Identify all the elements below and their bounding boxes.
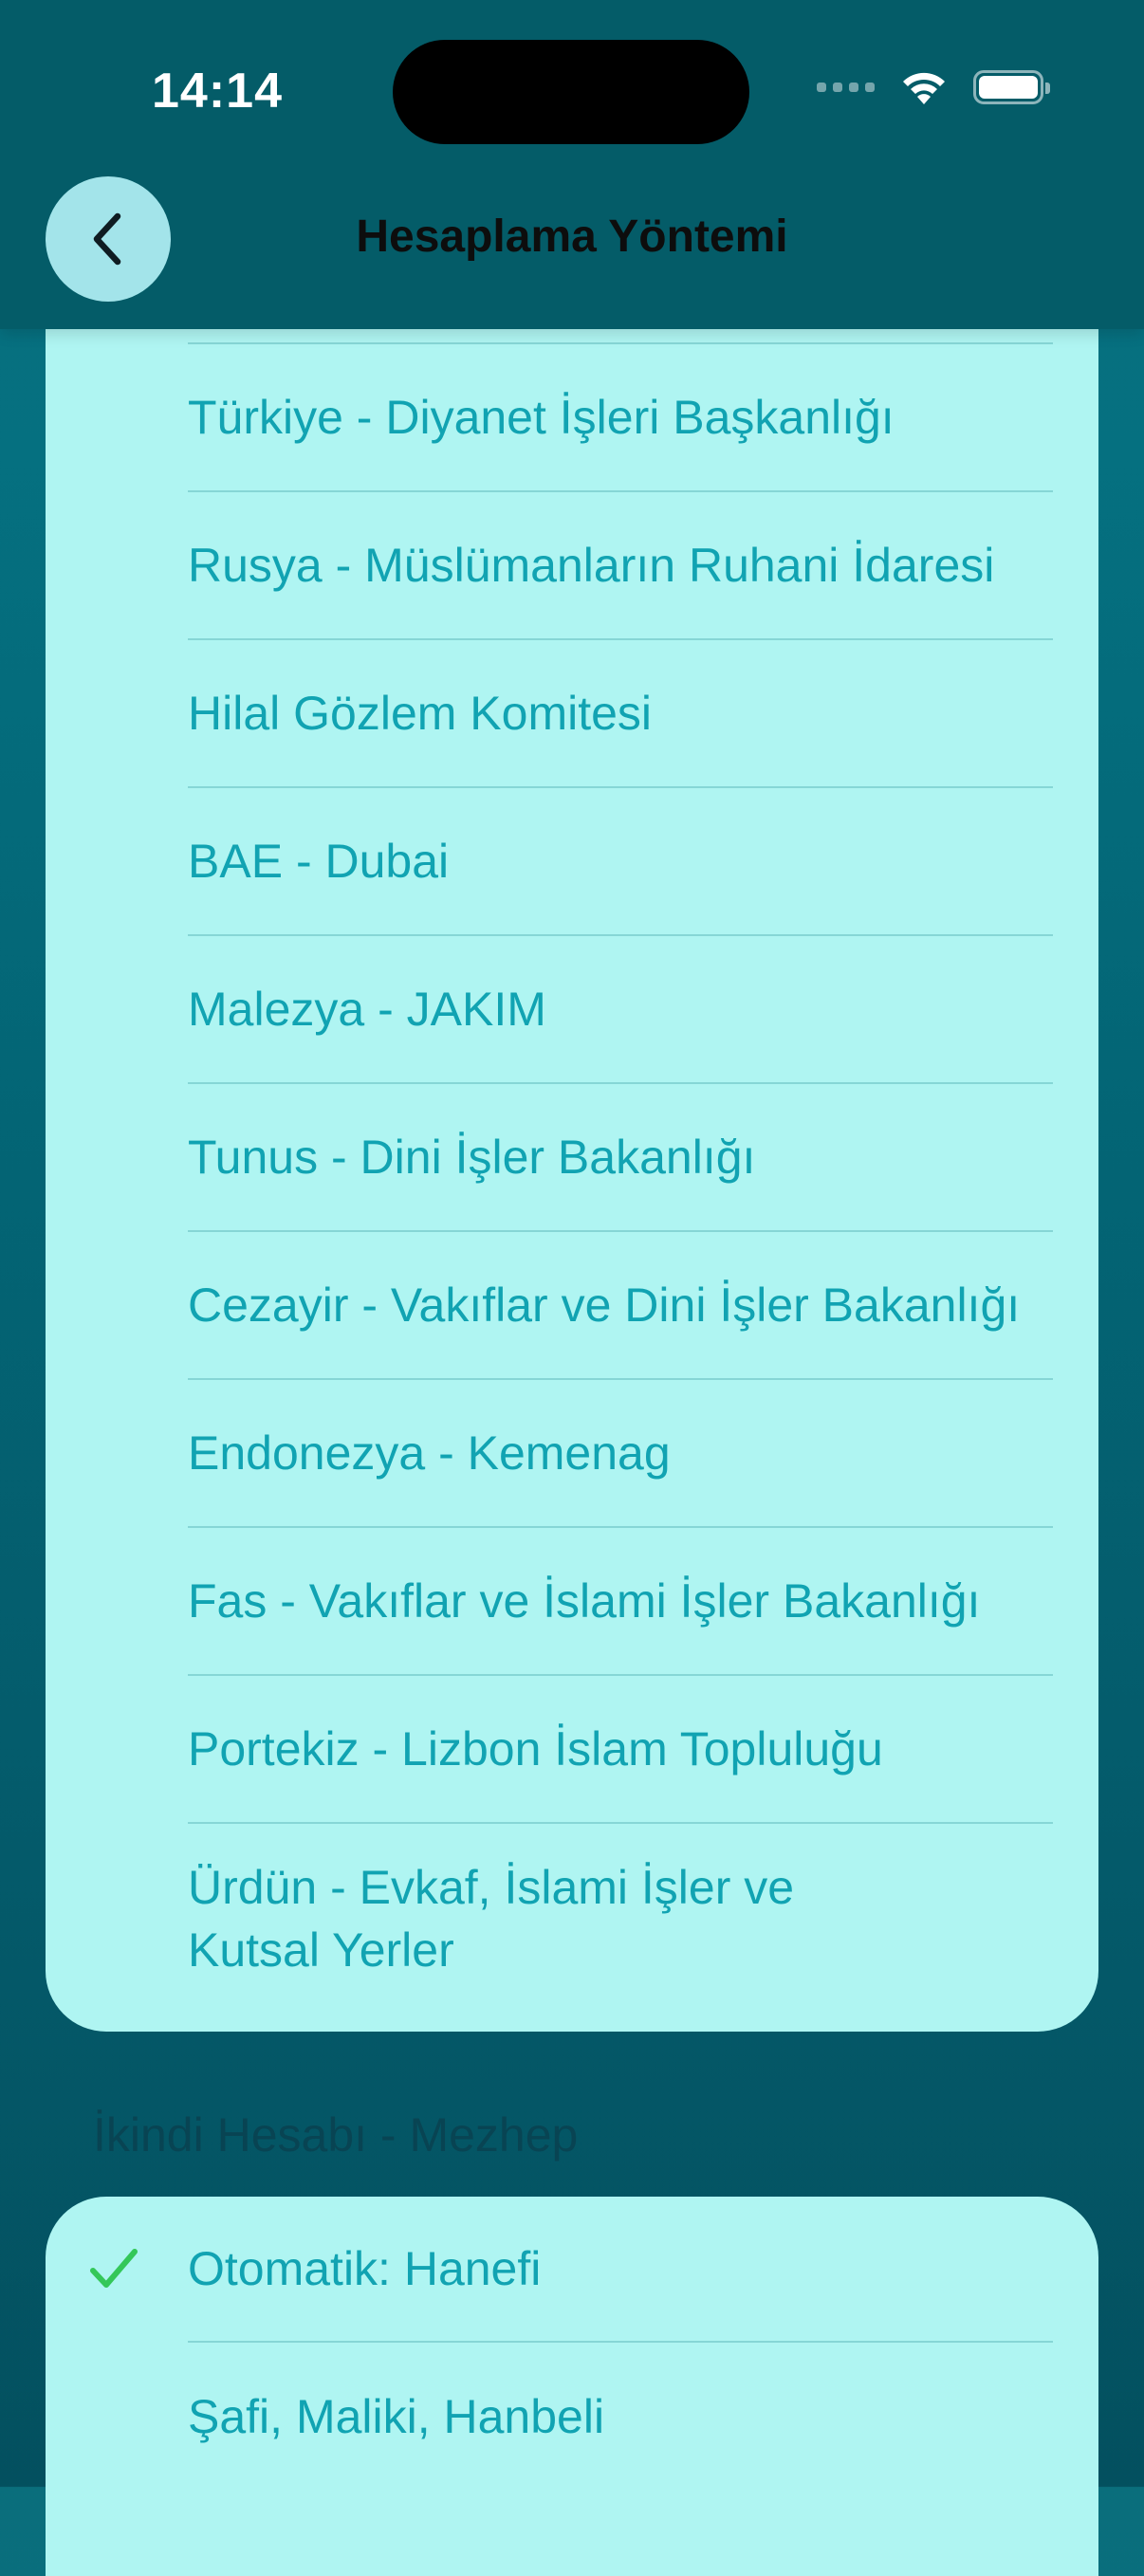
- method-row[interactable]: Fas - Vakıflar ve İslami İşler Bakanlığı: [188, 1528, 1053, 1676]
- method-label: BAE - Dubai: [188, 835, 450, 888]
- method-row[interactable]: Türkiye - Diyanet İşleri Başkanlığı: [188, 344, 1053, 492]
- madhab-option-label: Şafi, Maliki, Hanbeli: [188, 2390, 605, 2443]
- cellular-signal-icon: [817, 83, 875, 92]
- section-header-asr: İkindi Hesabı - Mezhep: [93, 2108, 579, 2162]
- method-row[interactable]: Malezya - JAKIM: [188, 936, 1053, 1084]
- madhab-option-row[interactable]: Şafi, Maliki, Hanbeli: [188, 2343, 1053, 2491]
- status-time: 14:14: [152, 64, 283, 119]
- method-label: Malezya - JAKIM: [188, 983, 546, 1036]
- method-label: Hilal Gözlem Komitesi: [188, 687, 653, 740]
- method-row[interactable]: Ürdün - Evkaf, İslami İşler ve Kutsal Ye…: [188, 1824, 1053, 2014]
- method-row[interactable]: Tunus - Dini İşler Bakanlığı: [188, 1084, 1053, 1232]
- method-label: Portekiz - Lizbon İslam Topluluğu: [188, 1722, 883, 1776]
- method-label: Rusya - Müslümanların Ruhani İdaresi: [188, 539, 995, 592]
- method-row[interactable]: Endonezya - Kemenag: [188, 1380, 1053, 1528]
- method-label: Ürdün - Evkaf, İslami İşler ve Kutsal Ye…: [188, 1861, 795, 1977]
- method-row[interactable]: Rusya - Müslümanların Ruhani İdaresi: [188, 492, 1053, 640]
- method-row[interactable]: Cezayir - Vakıflar ve Dini İşler Bakanlı…: [188, 1232, 1053, 1380]
- method-label: Türkiye - Diyanet İşleri Başkanlığı: [188, 391, 895, 444]
- method-label: Fas - Vakıflar ve İslami İşler Bakanlığı: [188, 1574, 981, 1628]
- method-row[interactable]: Portekiz - Lizbon İslam Topluluğu: [188, 1676, 1053, 1824]
- method-row[interactable]: BAE - Dubai: [188, 788, 1053, 936]
- madhab-option-label: Otomatik: Hanefi: [188, 2242, 542, 2295]
- status-icons: [817, 68, 1050, 106]
- method-label: Endonezya - Kemenag: [188, 1426, 671, 1480]
- method-label: Tunus - Dini İşler Bakanlığı: [188, 1131, 756, 1184]
- asr-madhab-list: Otomatik: Hanefi Şafi, Maliki, Hanbeli: [46, 2197, 1098, 2576]
- navigation-bar: 14:14 Hesaplama Yöntemi: [0, 0, 1144, 329]
- battery-icon: [973, 70, 1050, 104]
- wifi-icon: [903, 72, 945, 104]
- method-row[interactable]: Hilal Gözlem Komitesi: [188, 640, 1053, 788]
- checkmark-icon: [85, 2240, 142, 2297]
- dynamic-island: [393, 40, 749, 144]
- madhab-option-row[interactable]: Otomatik: Hanefi: [90, 2197, 1053, 2343]
- calculation-method-list: Türkiye - Diyanet İşleri Başkanlığı Rusy…: [46, 190, 1098, 2032]
- page-title: Hesaplama Yöntemi: [356, 212, 788, 262]
- method-label: Cezayir - Vakıflar ve Dini İşler Bakanlı…: [188, 1279, 1021, 1332]
